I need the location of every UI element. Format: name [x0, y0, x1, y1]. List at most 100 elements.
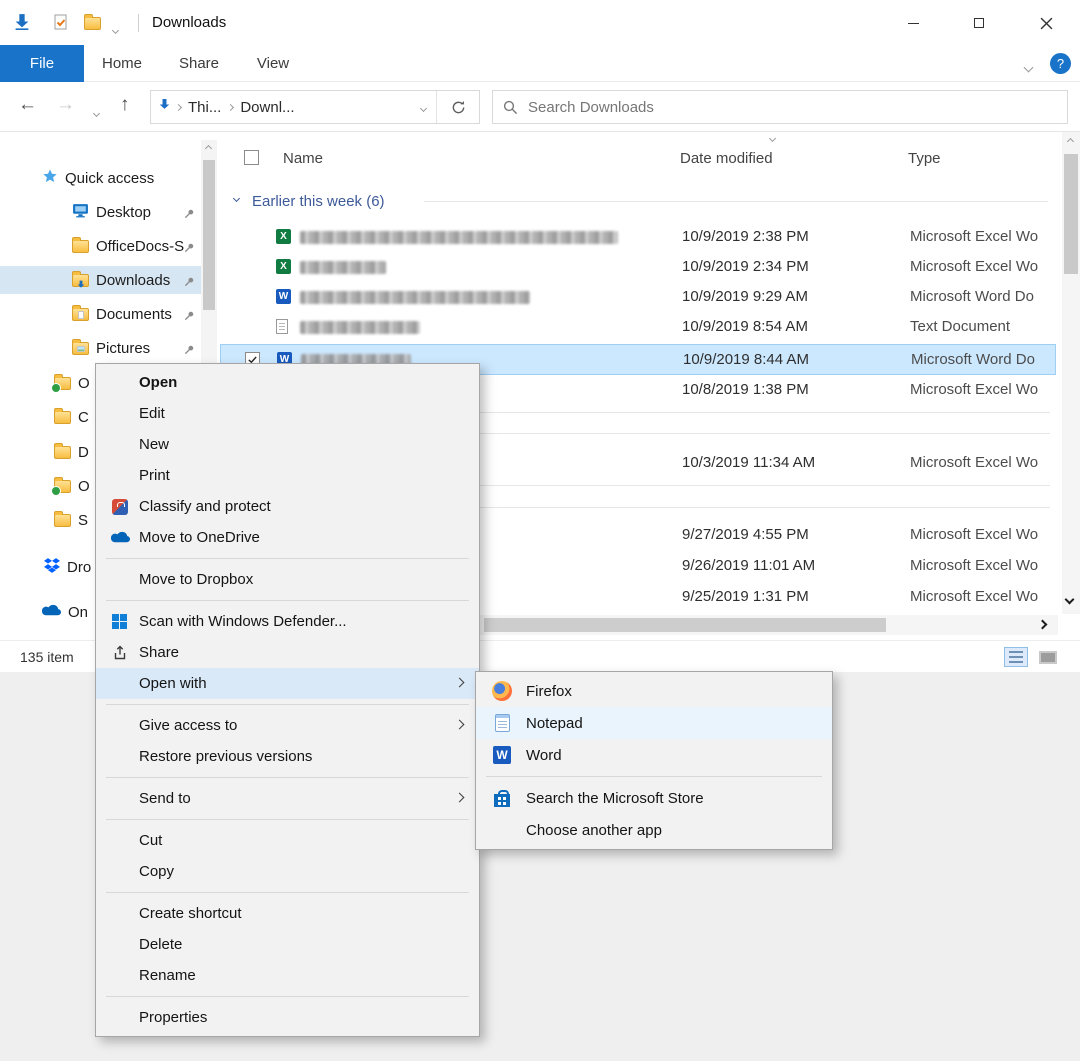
menu-item-open-with[interactable]: Open with [96, 668, 479, 699]
notepad-icon [489, 707, 515, 739]
sidebar-item-desktop[interactable]: Desktop [0, 198, 201, 226]
vertical-scrollbar-thumb[interactable] [1064, 154, 1078, 274]
menu-item-new[interactable]: New [96, 429, 479, 460]
address-bar[interactable]: Thi... Downl... [150, 90, 480, 124]
file-row[interactable]: 10/9/2019 9:29 AM Microsoft Word Do [220, 282, 1056, 312]
forward-button[interactable]: → [56, 95, 75, 114]
up-button[interactable]: ↑ [120, 95, 130, 114]
menu-item-label: Delete [139, 936, 182, 953]
recent-locations-chevron-icon[interactable] [94, 103, 99, 121]
properties-quick-icon[interactable] [54, 14, 68, 35]
open-with-submenu: Firefox Notepad Word Search the Microsof… [475, 671, 833, 850]
sidebar-item-downloads[interactable]: Downloads [0, 266, 201, 294]
menu-item-label: Scan with Windows Defender... [139, 613, 347, 630]
search-box[interactable] [492, 90, 1068, 124]
sidebar-item-quick-access[interactable]: Quick access [0, 164, 201, 192]
thumbnails-view-button[interactable] [1036, 647, 1060, 667]
minimize-button[interactable] [890, 6, 936, 40]
tab-file-label: File [30, 55, 54, 72]
menu-item-share[interactable]: Share [96, 637, 479, 668]
vertical-scrollbar[interactable] [1062, 132, 1080, 614]
firefox-icon [489, 675, 515, 707]
group-collapse-chevron-icon[interactable] [233, 195, 240, 202]
file-type: Microsoft Word Do [910, 282, 1054, 312]
file-date: 9/25/2019 1:31 PM [682, 582, 809, 612]
tab-file[interactable]: File [0, 45, 84, 82]
pin-icon [184, 342, 195, 359]
breadcrumb-downloads[interactable]: Downl... [236, 99, 298, 116]
menu-item-edit[interactable]: Edit [96, 398, 479, 429]
submenu-item-firefox[interactable]: Firefox [476, 675, 832, 707]
new-folder-quick-icon[interactable] [84, 17, 101, 30]
submenu-item-search-microsoft-store[interactable]: Search the Microsoft Store [476, 782, 832, 814]
menu-item-give-access-to[interactable]: Give access to [96, 710, 479, 741]
file-date: 10/9/2019 2:38 PM [682, 222, 809, 252]
submenu-item-choose-another-app[interactable]: Choose another app [476, 814, 832, 846]
horizontal-scrollbar-thumb[interactable] [484, 618, 886, 632]
file-row[interactable]: 10/9/2019 8:54 AM Text Document [220, 312, 1056, 342]
sidebar-item-officedocs[interactable]: OfficeDocs-S [0, 232, 201, 260]
submenu-item-word[interactable]: Word [476, 739, 832, 771]
help-button[interactable]: ? [1050, 53, 1071, 74]
title-bar: Downloads [0, 0, 1080, 45]
thumbnails-view-icon [1039, 651, 1057, 664]
sidebar-item-label: Documents [96, 306, 172, 323]
back-button[interactable]: ← [18, 95, 37, 114]
sidebar-item-label: On [68, 604, 88, 621]
menu-item-move-to-onedrive[interactable]: Move to OneDrive [96, 522, 479, 553]
menu-item-delete[interactable]: Delete [96, 929, 479, 960]
menu-item-send-to[interactable]: Send to [96, 783, 479, 814]
column-header-name[interactable]: Name [283, 150, 323, 167]
menu-item-rename[interactable]: Rename [96, 960, 479, 991]
menu-item-label: Properties [139, 1009, 207, 1026]
breadcrumb-this-pc[interactable]: Thi... [184, 99, 225, 116]
menu-item-cut[interactable]: Cut [96, 825, 479, 856]
menu-item-copy[interactable]: Copy [96, 856, 479, 887]
file-row[interactable]: 10/9/2019 2:38 PM Microsoft Excel Wo [220, 222, 1056, 252]
items-count: 135 item [20, 649, 74, 665]
file-row[interactable]: 10/9/2019 2:34 PM Microsoft Excel Wo [220, 252, 1056, 282]
address-dropdown-chevron-icon[interactable] [411, 98, 436, 116]
maximize-button[interactable] [956, 6, 1002, 40]
menu-item-move-to-dropbox[interactable]: Move to Dropbox [96, 564, 479, 595]
sidebar-item-pictures[interactable]: Pictures [0, 334, 201, 362]
details-view-button[interactable] [1004, 647, 1028, 667]
refresh-button[interactable] [437, 91, 479, 123]
column-header-date-modified[interactable]: Date modified [680, 150, 773, 167]
menu-item-restore-previous-versions[interactable]: Restore previous versions [96, 741, 479, 772]
breadcrumb-chevron-icon[interactable] [175, 103, 182, 110]
menu-item-print[interactable]: Print [96, 460, 479, 491]
pictures-folder-icon [72, 342, 89, 355]
search-input[interactable] [528, 99, 1057, 116]
context-menu: Open Edit New Print Classify and protect… [95, 363, 480, 1037]
close-button[interactable] [1023, 6, 1069, 40]
menu-item-scan-with-windows-defender[interactable]: Scan with Windows Defender... [96, 606, 479, 637]
tab-view[interactable]: View [238, 45, 308, 82]
sidebar-item-label: O [78, 375, 90, 392]
breadcrumb-chevron-icon[interactable] [227, 103, 234, 110]
submenu-item-notepad[interactable]: Notepad [476, 707, 832, 739]
menu-separator [106, 892, 469, 893]
menu-item-classify-and-protect[interactable]: Classify and protect [96, 491, 479, 522]
column-header-type[interactable]: Type [908, 150, 941, 167]
sidebar-item-documents[interactable]: Documents [0, 300, 201, 328]
scroll-up-icon[interactable] [1067, 138, 1074, 145]
file-date: 10/9/2019 8:54 AM [682, 312, 808, 342]
maximize-icon [974, 18, 984, 28]
sidebar-scrollbar-thumb[interactable] [203, 160, 215, 310]
close-icon [1040, 17, 1053, 30]
scroll-right-icon[interactable] [1038, 620, 1048, 630]
tab-share[interactable]: Share [160, 45, 238, 82]
menu-item-open[interactable]: Open [96, 367, 479, 398]
ribbon-collapse-chevron-icon[interactable] [1025, 58, 1032, 76]
menu-item-properties[interactable]: Properties [96, 1002, 479, 1033]
file-date: 10/3/2019 11:34 AM [682, 448, 815, 478]
select-all-checkbox[interactable] [244, 150, 259, 165]
scroll-down-icon[interactable] [1065, 595, 1075, 605]
tab-home[interactable]: Home [84, 45, 160, 82]
scroll-up-icon[interactable] [205, 145, 212, 152]
customize-toolbar-chevron-icon[interactable] [113, 20, 118, 38]
menu-item-create-shortcut[interactable]: Create shortcut [96, 898, 479, 929]
group-header[interactable]: Earlier this week (6) [218, 187, 1054, 217]
submenu-item-label: Notepad [526, 715, 583, 732]
